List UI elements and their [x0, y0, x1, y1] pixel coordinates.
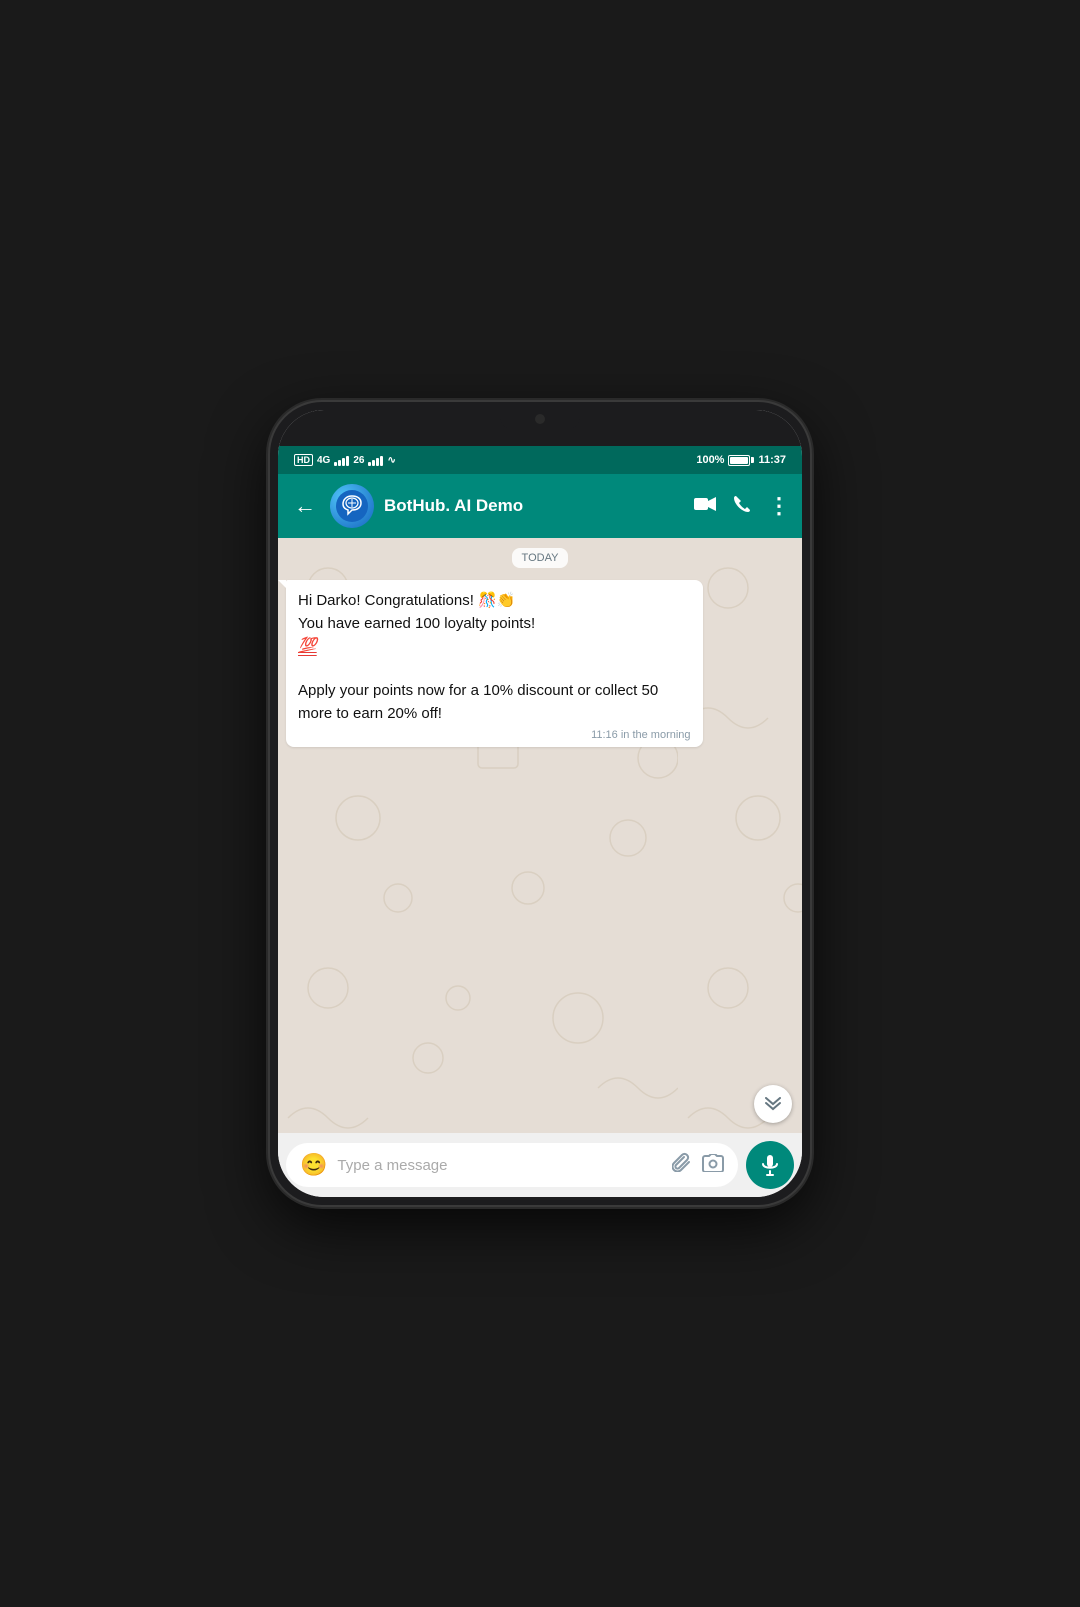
message-emoji-100: 💯 — [298, 637, 317, 654]
message-input-container[interactable]: 😊 Type a message — [286, 1143, 738, 1187]
hd-indicator: HD — [294, 454, 313, 466]
scroll-down-button[interactable] — [754, 1085, 792, 1123]
network-4g: 4G — [317, 455, 330, 466]
contact-name: BotHub. AI Demo — [384, 496, 684, 516]
signal-4g-bars — [334, 454, 349, 466]
camera-dot — [535, 414, 545, 424]
back-button[interactable]: ← — [290, 489, 320, 523]
wifi-icon: ∿ — [387, 455, 395, 466]
clock: 11:37 — [758, 454, 786, 466]
more-options-icon[interactable]: ⋮ — [768, 493, 790, 519]
phone-frame: HD 4G 26 ∿ 100% — [270, 402, 810, 1205]
avatar-image — [330, 484, 374, 528]
battery-icon — [728, 455, 754, 466]
status-left: HD 4G 26 ∿ — [294, 454, 396, 466]
header-icons: ⋮ — [694, 493, 790, 519]
status-bar: HD 4G 26 ∿ 100% — [278, 446, 802, 474]
phone-inner: HD 4G 26 ∿ 100% — [278, 410, 802, 1197]
chat-input-bar: 😊 Type a message — [278, 1133, 802, 1197]
chat-body: TODAY Hi Darko! Congratulations! 🎊👏 You … — [278, 538, 802, 1133]
message-line2: You have earned 100 loyalty points! — [298, 615, 535, 632]
message-text: Hi Darko! Congratulations! 🎊👏 You have e… — [298, 590, 691, 725]
message-bubble: Hi Darko! Congratulations! 🎊👏 You have e… — [286, 580, 703, 747]
avatar — [330, 484, 374, 528]
camera-icon[interactable] — [702, 1152, 724, 1178]
message-line1: Hi Darko! Congratulations! 🎊👏 — [298, 592, 515, 609]
phone-call-icon[interactable] — [732, 494, 752, 519]
message-time: 11:16 in the morning — [298, 729, 691, 741]
date-badge: TODAY — [286, 548, 794, 568]
bothub-logo — [336, 490, 368, 522]
date-badge-label: TODAY — [512, 548, 569, 568]
video-call-icon[interactable] — [694, 496, 716, 517]
message-line3: Apply your points now for a 10% discount… — [298, 682, 658, 722]
camera-notch — [500, 410, 580, 430]
chat-header: ← BotHub. AI Demo — [278, 474, 802, 538]
voice-message-button[interactable] — [746, 1141, 794, 1189]
input-right-icons — [672, 1152, 724, 1178]
notch-area — [278, 410, 802, 446]
signal-2g-bars — [368, 454, 383, 466]
network-2g: 26 — [353, 455, 364, 466]
status-right: 100% 11:37 — [696, 454, 786, 466]
emoji-picker-icon[interactable]: 😊 — [300, 1152, 327, 1178]
attachment-icon[interactable] — [672, 1152, 692, 1178]
message-input[interactable]: Type a message — [337, 1157, 662, 1174]
contact-info: BotHub. AI Demo — [384, 496, 684, 516]
battery-percent: 100% — [696, 454, 724, 466]
